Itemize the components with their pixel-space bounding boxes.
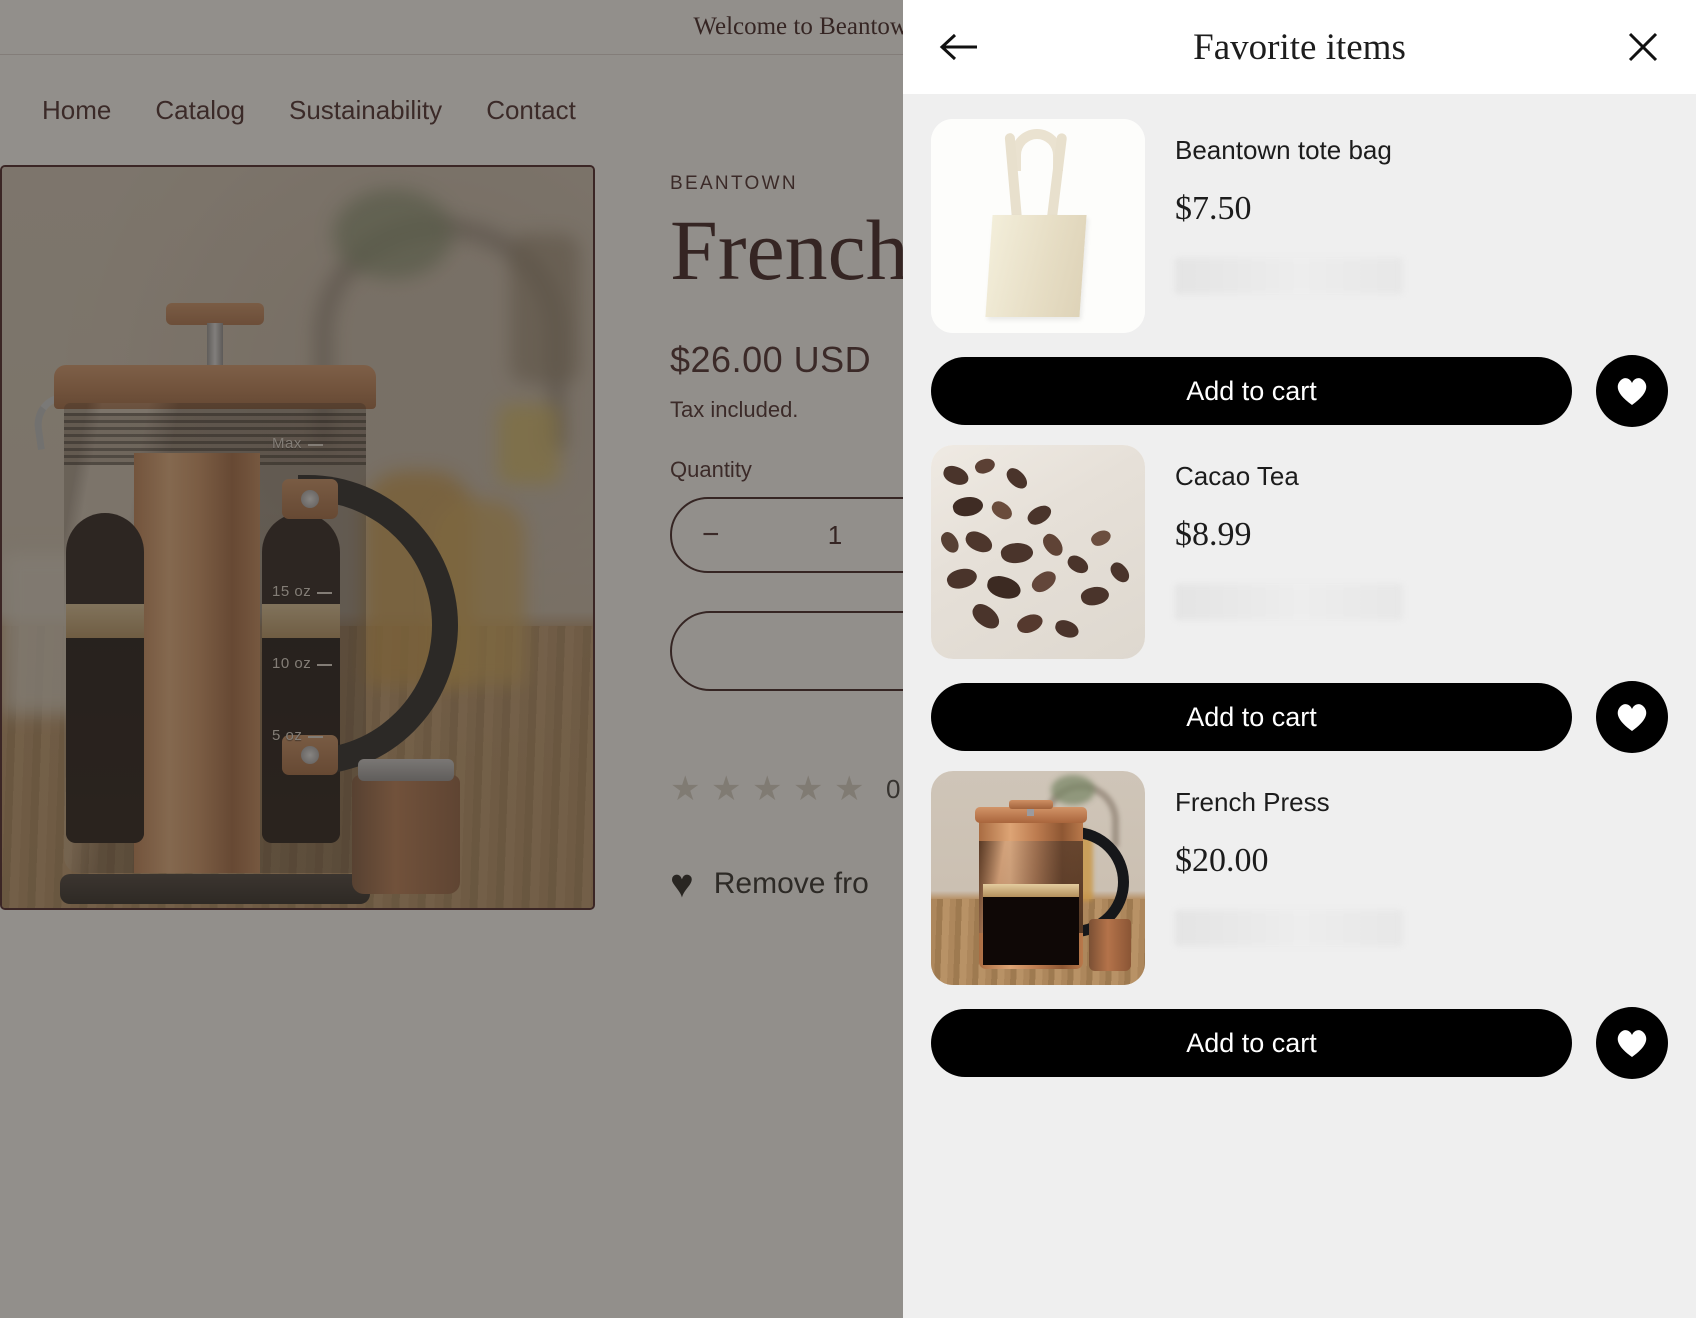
favorite-item-summary: Beantown tote bag $7.50 — [931, 119, 1668, 333]
favorite-item-price: $8.99 — [1175, 516, 1252, 553]
favorite-item-summary: Cacao Tea $8.99 — [931, 445, 1668, 659]
list-item: French Press $20.00 Add to cart — [931, 771, 1668, 1079]
favorite-item-price: $20.00 — [1175, 842, 1269, 879]
add-to-cart-button[interactable]: Add to cart — [931, 357, 1572, 425]
list-item: Beantown tote bag $7.50 Add to cart — [931, 119, 1668, 427]
close-button[interactable] — [1616, 20, 1670, 74]
heart-filled-icon — [1617, 704, 1647, 731]
add-to-cart-button[interactable]: Add to cart — [931, 1009, 1572, 1077]
product-thumbnail-tote-bag[interactable] — [931, 119, 1145, 333]
thumb-plant-decor — [1051, 775, 1095, 805]
list-item: Cacao Tea $8.99 Add to cart — [931, 445, 1668, 753]
loading-placeholder — [1175, 258, 1403, 294]
favorite-item-name: Cacao Tea — [1175, 461, 1299, 491]
thumb-press-crema — [983, 884, 1079, 897]
heart-filled-icon — [1617, 1030, 1647, 1057]
favorite-item-price: $7.50 — [1175, 190, 1252, 227]
favorite-item-name: Beantown tote bag — [1175, 135, 1392, 165]
thumb-jar-prop — [1089, 919, 1131, 971]
product-thumbnail-cacao-tea[interactable] — [931, 445, 1145, 659]
close-icon — [1628, 32, 1658, 62]
favorite-toggle-button[interactable] — [1596, 1007, 1668, 1079]
loading-placeholder — [1175, 910, 1403, 946]
drawer-title: Favorite items — [1193, 26, 1406, 68]
product-thumbnail-french-press[interactable] — [931, 771, 1145, 985]
favorite-item-meta: Cacao Tea $8.99 — [1175, 445, 1668, 659]
back-arrow-icon — [939, 33, 977, 61]
thumb-press-knob — [1009, 800, 1053, 809]
tote-body — [985, 215, 1087, 317]
thumb-press-coffee — [983, 895, 1079, 965]
favorite-item-summary: French Press $20.00 — [931, 771, 1668, 985]
favorite-item-actions: Add to cart — [931, 355, 1668, 427]
back-button[interactable] — [933, 20, 987, 74]
favorites-list: Beantown tote bag $7.50 Add to cart Caca… — [903, 94, 1696, 1318]
drawer-header: Favorite items — [903, 0, 1696, 94]
favorite-toggle-button[interactable] — [1596, 681, 1668, 753]
heart-filled-icon — [1617, 378, 1647, 405]
favorite-toggle-button[interactable] — [1596, 355, 1668, 427]
favorites-drawer: Favorite items Beantown tote bag $7.50 A… — [903, 0, 1696, 1318]
favorite-item-actions: Add to cart — [931, 1007, 1668, 1079]
favorite-item-meta: Beantown tote bag $7.50 — [1175, 119, 1668, 333]
favorite-item-name: French Press — [1175, 787, 1330, 817]
add-to-cart-button[interactable]: Add to cart — [931, 683, 1572, 751]
loading-placeholder — [1175, 584, 1403, 620]
favorite-item-meta: French Press $20.00 — [1175, 771, 1668, 985]
favorite-item-actions: Add to cart — [931, 681, 1668, 753]
